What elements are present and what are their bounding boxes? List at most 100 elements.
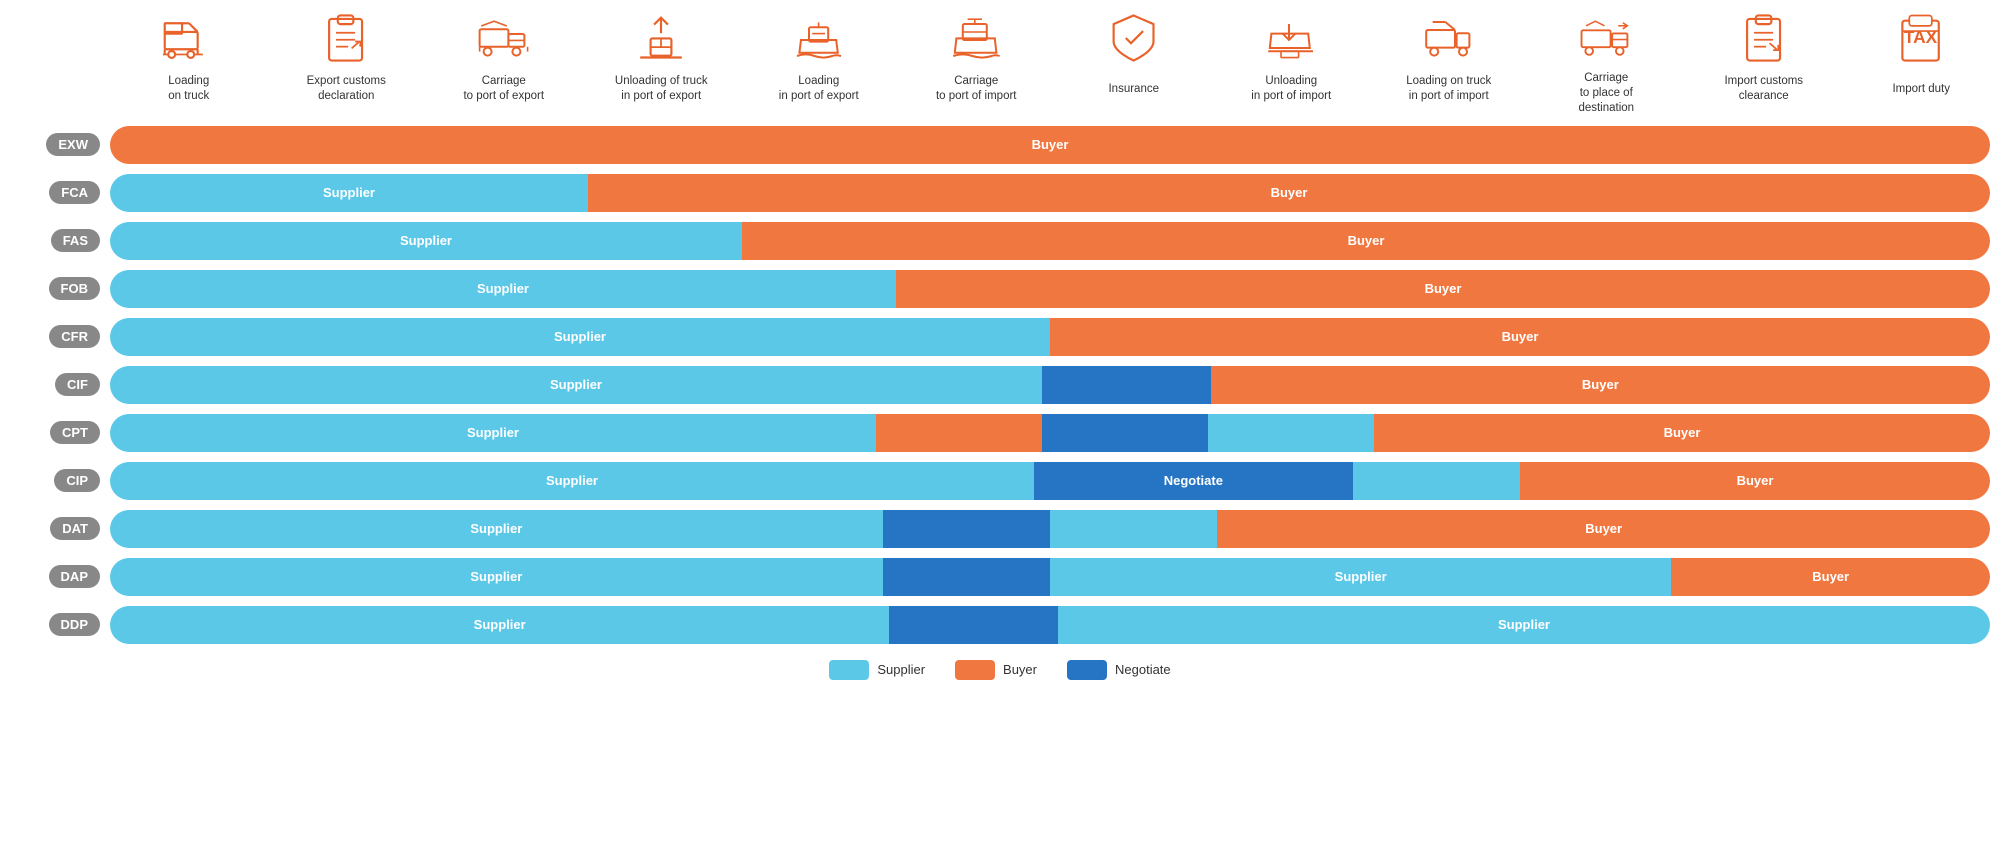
segment-buyer: Buyer	[588, 174, 1990, 212]
row-label-cfr: CFR	[0, 325, 110, 348]
badge-ddp: DDP	[49, 613, 100, 636]
row-label-cif: CIF	[0, 373, 110, 396]
row-cip: CIPSupplierNegotiate Buyer	[0, 460, 2000, 502]
segment-buyer: Buyer	[1374, 414, 1990, 452]
row-ddp: DDP Supplier Supplier	[0, 604, 2000, 646]
unloading-port-export-icon	[631, 10, 691, 65]
loading-port-export-icon	[789, 10, 849, 65]
segment-supplier	[1208, 414, 1374, 452]
badge-cif: CIF	[55, 373, 100, 396]
col-label-insurance: Insurance	[1108, 71, 1159, 107]
col-header-export-customs: Export customsdeclaration	[268, 10, 426, 107]
row-cif: CIF Supplier Buyer	[0, 364, 2000, 406]
col-label-carriage-export: Carriageto port of export	[463, 71, 544, 107]
row-label-fas: FAS	[0, 229, 110, 252]
bars-cfr: SupplierBuyer	[110, 318, 1990, 356]
carriage-import-icon	[946, 10, 1006, 65]
row-fca: FCA SupplierBuyer	[0, 172, 2000, 214]
legend-supplier: Supplier	[829, 660, 925, 680]
segment-supplier: Supplier	[110, 558, 883, 596]
bars-exw: Buyer	[110, 126, 1990, 164]
segment-negotiate	[889, 606, 1058, 644]
col-label-carriage-import: Carriageto port of import	[936, 71, 1017, 107]
segment-negotiate	[1042, 414, 1208, 452]
segment-supplier: Supplier	[1050, 558, 1671, 596]
bars-fca: SupplierBuyer	[110, 174, 1990, 212]
export-customs-icon	[316, 10, 376, 65]
bars-cif: Supplier Buyer	[110, 366, 1990, 404]
segment-supplier: Supplier	[110, 510, 883, 548]
segment-buyer: Buyer	[742, 222, 1990, 260]
header-row: Loadingon truck Export customsdeclaratio…	[110, 10, 2000, 116]
data-rows: EXWBuyerFCASupplierBuyerFASSupplierBuyer…	[0, 124, 2000, 646]
col-label-loading-truck: Loadingon truck	[168, 71, 209, 107]
badge-dat: DAT	[50, 517, 100, 540]
segment-buyer: Buyer	[110, 126, 1990, 164]
row-label-cip: CIP	[0, 469, 110, 492]
import-customs-icon	[1734, 10, 1794, 65]
col-header-insurance: Insurance	[1055, 10, 1213, 107]
bars-fas: SupplierBuyer	[110, 222, 1990, 260]
badge-fob: FOB	[49, 277, 100, 300]
insurance-icon	[1104, 10, 1164, 65]
segment-negotiate	[1042, 366, 1211, 404]
segment-supplier	[1353, 462, 1520, 500]
badge-fca: FCA	[49, 181, 100, 204]
row-cpt: CPTSupplierBuyer	[0, 412, 2000, 454]
badge-exw: EXW	[46, 133, 100, 156]
segment-buyer	[876, 414, 1042, 452]
bars-ddp: Supplier Supplier	[110, 606, 1990, 644]
col-label-unloading-port-import: Unloadingin port of import	[1251, 71, 1331, 107]
segment-supplier: Supplier	[110, 606, 889, 644]
row-label-fca: FCA	[0, 181, 110, 204]
col-header-import-customs: Import customsclearance	[1685, 10, 1843, 107]
badge-cpt: CPT	[50, 421, 100, 444]
col-header-unloading-port-import: Unloadingin port of import	[1213, 10, 1371, 107]
legend-buyer-label: Buyer	[1003, 662, 1037, 677]
col-header-carriage-destination: Carriageto place ofdestination	[1528, 10, 1686, 116]
segment-buyer: Buyer	[1671, 558, 1990, 596]
segment-supplier: Supplier	[110, 462, 1034, 500]
row-exw: EXW Buyer	[0, 124, 2000, 166]
legend-negotiate-label: Negotiate	[1115, 662, 1171, 677]
segment-buyer: Buyer	[896, 270, 1990, 308]
segment-supplier: Supplier	[110, 366, 1042, 404]
unloading-port-import-icon	[1261, 10, 1321, 65]
badge-cfr: CFR	[49, 325, 100, 348]
col-label-export-customs: Export customsdeclaration	[307, 71, 386, 107]
col-header-loading-truck-import: Loading on truckin port of import	[1370, 10, 1528, 107]
segment-buyer: Buyer	[1211, 366, 1990, 404]
col-label-import-customs: Import customsclearance	[1724, 71, 1803, 107]
col-label-import-duty: Import duty	[1892, 71, 1950, 107]
legend-supplier-label: Supplier	[877, 662, 925, 677]
legend-buyer: Buyer	[955, 660, 1037, 680]
import-duty-icon: TAX	[1891, 10, 1951, 65]
row-dap: DAPSupplierSupplierBuyer	[0, 556, 2000, 598]
row-label-cpt: CPT	[0, 421, 110, 444]
segment-buyer: Buyer	[1520, 462, 1990, 500]
bars-dat: SupplierBuyer	[110, 510, 1990, 548]
row-fas: FAS SupplierBuyer	[0, 220, 2000, 262]
carriage-destination-icon	[1576, 10, 1636, 65]
segment-supplier: Supplier	[110, 318, 1050, 356]
row-cfr: CFR SupplierBuyer	[0, 316, 2000, 358]
segment-negotiate	[883, 558, 1050, 596]
legend-negotiate: Negotiate	[1067, 660, 1171, 680]
bars-dap: SupplierSupplierBuyer	[110, 558, 1990, 596]
row-dat: DAT SupplierBuyer	[0, 508, 2000, 550]
badge-fas: FAS	[51, 229, 100, 252]
segment-supplier	[1050, 510, 1217, 548]
segment-supplier: Supplier	[110, 222, 742, 260]
row-label-exw: EXW	[0, 133, 110, 156]
segment-negotiate: Negotiate	[1034, 462, 1353, 500]
badge-dap: DAP	[49, 565, 100, 588]
segment-buyer: Buyer	[1050, 318, 1990, 356]
col-header-carriage-import: Carriageto port of import	[898, 10, 1056, 107]
col-header-import-duty: TAX Import duty	[1843, 10, 2000, 107]
legend: Supplier Buyer Negotiate	[0, 660, 2000, 680]
segment-supplier: Supplier	[1058, 606, 1990, 644]
segment-supplier: Supplier	[110, 270, 896, 308]
legend-negotiate-box	[1067, 660, 1107, 680]
row-label-fob: FOB	[0, 277, 110, 300]
loading-truck-icon	[159, 10, 219, 65]
